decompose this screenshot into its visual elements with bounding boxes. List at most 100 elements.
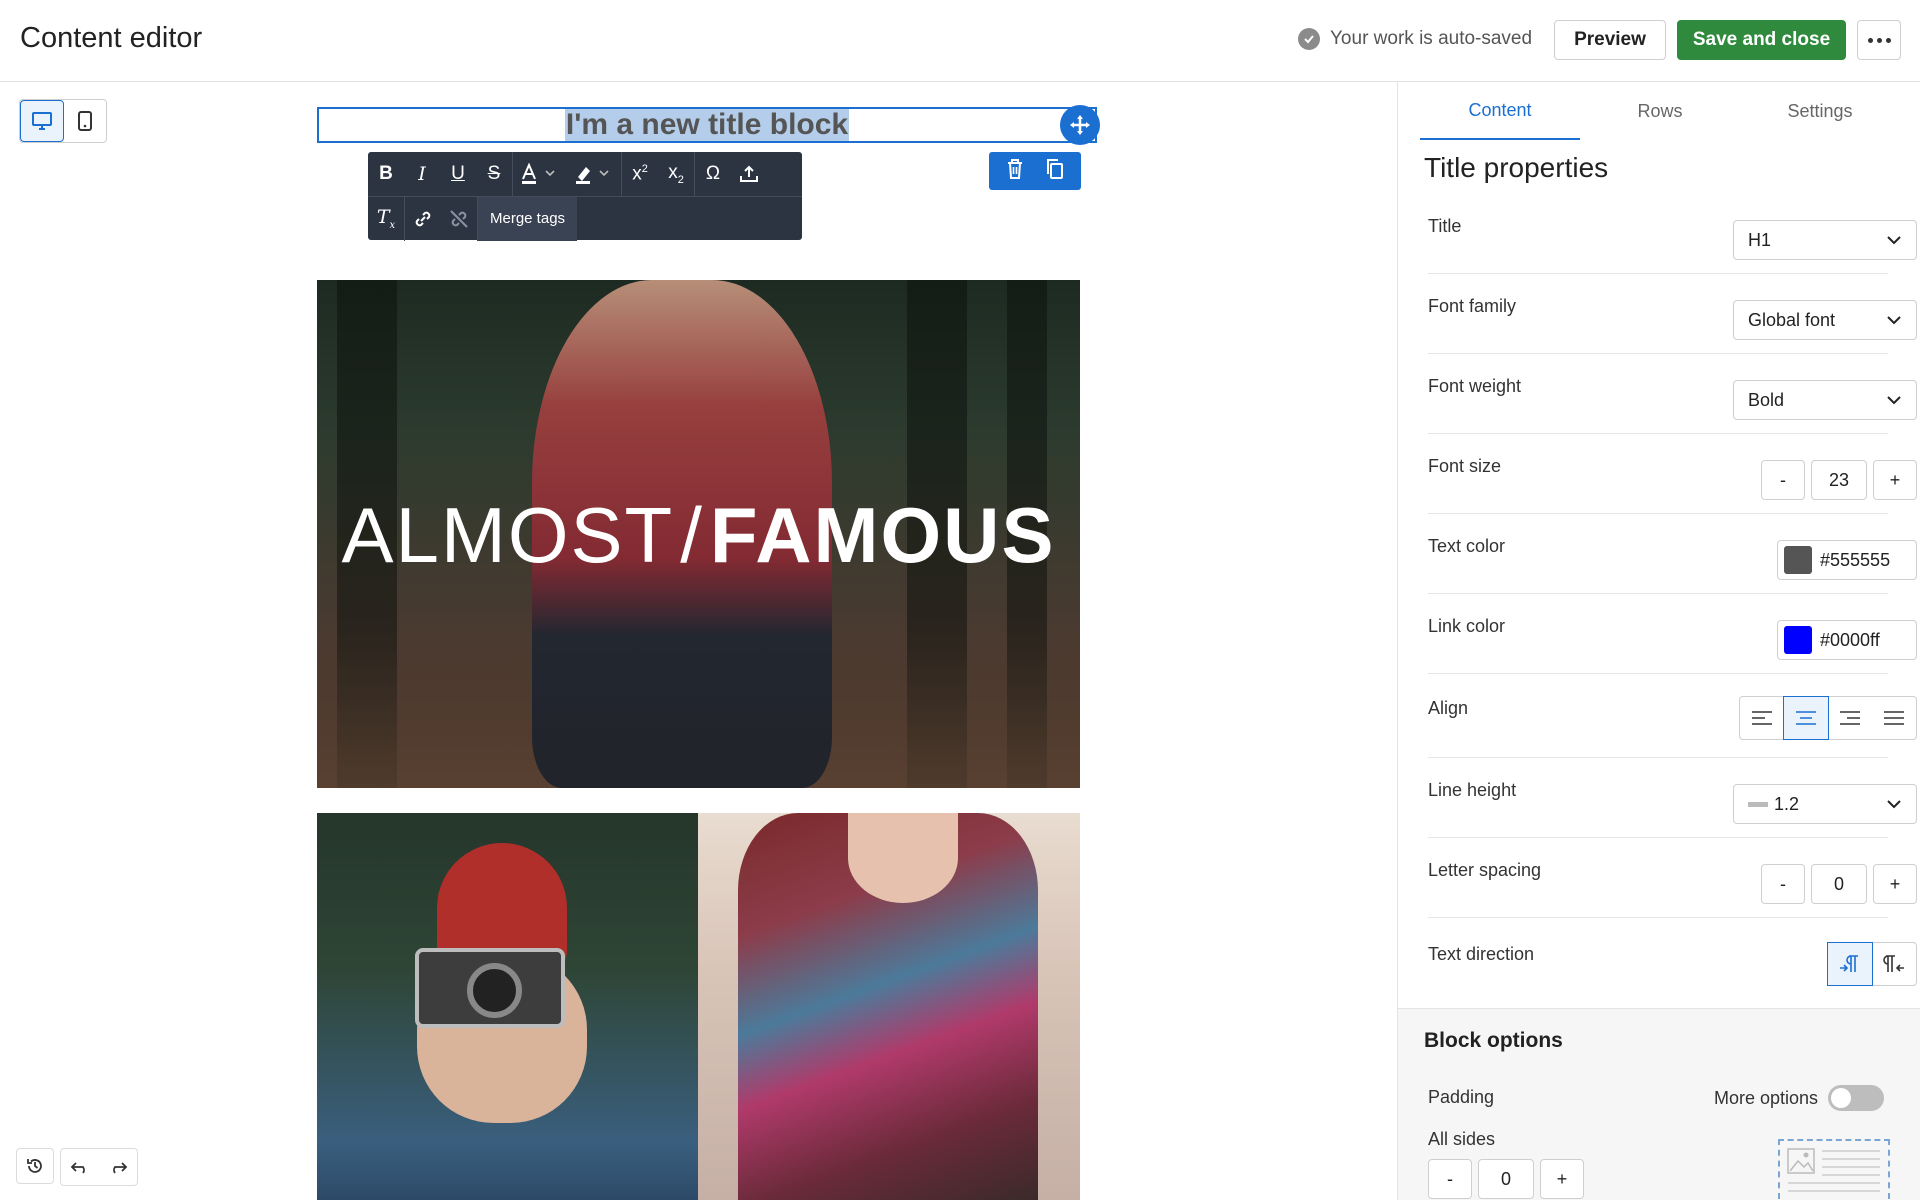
letter-spacing-stepper: - 0 + [1761,864,1917,904]
prop-label: Font family [1428,296,1517,316]
prop-label: Letter spacing [1428,860,1542,880]
text-color-button[interactable] [513,152,567,196]
padding-input[interactable]: 0 [1478,1159,1534,1199]
subscript-icon: x2 [668,162,684,186]
image-placeholder-icon [1787,1148,1880,1192]
select-value: Global font [1748,309,1836,330]
desktop-view-button[interactable] [20,100,64,142]
link-button[interactable] [405,197,441,241]
padding-increase-button[interactable]: + [1540,1159,1584,1199]
strikethrough-button[interactable]: S [476,152,512,196]
preview-button[interactable]: Preview [1554,20,1666,60]
photo-lens [467,963,522,1018]
mobile-view-button[interactable] [64,100,106,142]
align-center-icon [1796,711,1816,725]
link-color-field[interactable]: #0000ff [1777,620,1917,660]
redo-button[interactable] [99,1149,137,1185]
prop-title: Title H1 [1428,194,1917,274]
prop-font-weight: Font weight Bold [1428,354,1917,434]
padding-decrease-button[interactable]: - [1428,1159,1472,1199]
title-level-select[interactable]: H1 [1733,220,1917,260]
app-title: Content editor [20,22,203,54]
align-justify-button[interactable] [1872,697,1916,739]
select-value: 1.2 [1774,793,1800,814]
ltr-button[interactable] [1827,942,1873,986]
letter-spacing-decrease-button[interactable]: - [1761,864,1805,904]
text-color-field[interactable]: #555555 [1777,540,1917,580]
duplicate-block-button[interactable] [1045,158,1065,185]
letter-spacing-input[interactable]: 0 [1811,864,1867,904]
strikethrough-icon: S [487,163,501,184]
history-button[interactable] [16,1148,54,1184]
prop-line-height: Line height 1.2 [1428,758,1917,838]
italic-button[interactable]: I [404,152,440,196]
title-block-text[interactable]: I'm a new title block [564,109,850,141]
letter-spacing-increase-button[interactable]: + [1873,864,1917,904]
more-options-toggle[interactable] [1828,1085,1885,1111]
align-left-button[interactable] [1740,697,1784,739]
autosave-text: Your work is auto-saved [1330,28,1533,49]
bold-button[interactable]: B [368,152,404,196]
trash-icon [1008,158,1022,179]
ellipsis-icon [1867,37,1891,43]
prop-letter-spacing: Letter spacing - 0 + [1428,838,1917,918]
photo-face [848,813,958,903]
tab-rows[interactable]: Rows [1580,82,1740,140]
undo-redo-group [60,1148,138,1186]
line-height-select[interactable]: 1.2 [1733,784,1917,824]
tab-content[interactable]: Content [1420,82,1580,140]
padding-preview [1778,1139,1890,1199]
text-color-value[interactable]: #555555 [1820,550,1890,571]
prop-label: Line height [1428,780,1517,800]
prop-label: Link color [1428,616,1506,636]
font-size-input[interactable]: 23 [1811,460,1867,500]
toolbar-row-2: Tx Merge tags [368,196,802,241]
superscript-button[interactable]: x2 [622,152,658,196]
text-direction-control [1827,942,1917,986]
device-toggle [19,99,107,143]
font-weight-select[interactable]: Bold [1733,380,1917,420]
insert-button[interactable] [731,152,767,196]
save-and-close-button[interactable]: Save and close [1677,20,1846,60]
move-handle[interactable] [1060,105,1100,145]
ltr-icon [1840,955,1858,972]
clear-formatting-button[interactable]: Tx [368,197,404,241]
rtl-icon [1883,955,1904,972]
text-color-swatch[interactable] [1784,546,1812,574]
photo-camera-girl[interactable] [317,813,698,1200]
align-center-button[interactable] [1783,696,1829,740]
redo-icon [113,1162,128,1174]
chevron-down-icon [1887,236,1901,245]
photo-scarf-girl[interactable] [698,813,1080,1200]
align-right-button[interactable] [1828,697,1872,739]
title-block[interactable]: I'm a new title block [317,107,1097,143]
undo-button[interactable] [61,1149,99,1185]
highlight-color-button[interactable] [567,152,621,196]
align-justify-icon [1884,711,1904,725]
hero-image[interactable]: ALMOST/FAMOUS [317,280,1080,788]
special-character-button[interactable]: Ω [695,152,731,196]
delete-block-button[interactable] [1005,158,1025,185]
omega-icon: Ω [705,163,721,184]
mobile-icon [78,111,92,131]
font-size-increase-button[interactable]: + [1873,460,1917,500]
link-color-swatch[interactable] [1784,626,1812,654]
padding-label: Padding [1428,1087,1495,1107]
desktop-icon [32,112,52,130]
prop-font-size: Font size - 23 + [1428,434,1917,514]
rtl-button[interactable] [1872,943,1916,985]
font-size-decrease-button[interactable]: - [1761,460,1805,500]
underline-button[interactable]: U [440,152,476,196]
italic-icon: I [418,163,426,185]
subscript-button[interactable]: x2 [658,152,694,196]
merge-tags-button[interactable]: Merge tags [478,196,578,241]
rich-text-toolbar: B I U S x2 x2 Ω Tx Merge tags [368,152,802,241]
font-family-select[interactable]: Global font [1733,300,1917,340]
more-options-button[interactable] [1857,20,1901,60]
tab-settings[interactable]: Settings [1740,82,1900,140]
link-color-value[interactable]: #0000ff [1820,630,1880,651]
prop-label: Align [1428,698,1469,718]
prop-label: Text color [1428,536,1506,556]
unlink-button[interactable] [441,197,477,241]
move-icon [1070,115,1090,135]
